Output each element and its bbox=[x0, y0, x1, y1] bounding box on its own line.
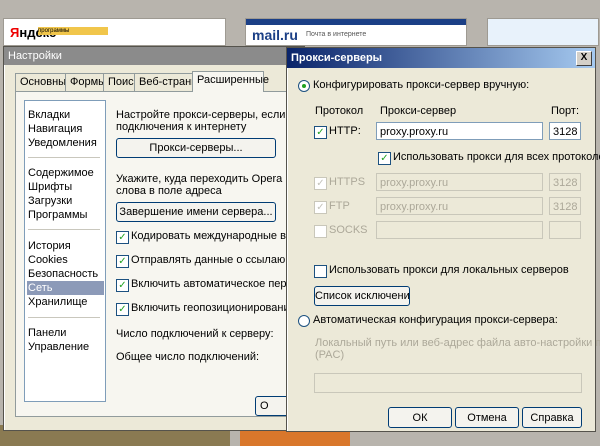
tab-advanced[interactable]: Расширенные bbox=[192, 71, 269, 92]
socks-label: SOCKS bbox=[329, 224, 368, 236]
socks-server-input[interactable] bbox=[376, 221, 543, 239]
sidebar-item-storage[interactable]: Хранилище bbox=[27, 295, 104, 309]
tab-webpages[interactable]: Веб-страницы bbox=[134, 73, 212, 91]
advanced-sidebar[interactable]: Вкладки Навигация Уведомления Содержимое… bbox=[24, 100, 106, 402]
sidebar-item-cookies[interactable]: Cookies bbox=[27, 253, 104, 267]
manual-config-radio[interactable] bbox=[298, 80, 310, 92]
sidebar-separator bbox=[28, 157, 100, 158]
speed-dial-mail[interactable]: mail.ru Почта в интернете bbox=[245, 18, 467, 46]
sidebar-item-fonts[interactable]: Шрифты bbox=[27, 180, 104, 194]
sidebar-item-downloads[interactable]: Загрузки bbox=[27, 194, 104, 208]
sidebar-item-notifications[interactable]: Уведомления bbox=[27, 136, 104, 150]
speed-dial-third[interactable] bbox=[487, 18, 599, 46]
sidebar-item-tabs[interactable]: Вкладки bbox=[27, 108, 104, 122]
sidebar-item-network[interactable]: Сеть bbox=[27, 281, 104, 295]
encode-intl-addresses-checkbox[interactable]: ✓ bbox=[116, 231, 129, 244]
proxy-servers-button[interactable]: Прокси-серверы... bbox=[116, 138, 276, 158]
http-checkbox[interactable]: ✓ bbox=[314, 126, 327, 139]
pac-url-input[interactable] bbox=[314, 373, 582, 393]
connections-per-server-label: Число подключений к серверу: bbox=[116, 328, 274, 340]
sidebar-item-history[interactable]: История bbox=[27, 239, 104, 253]
local-servers-checkbox[interactable] bbox=[314, 265, 327, 278]
https-label: HTTPS bbox=[329, 176, 366, 188]
mail-logo: mail.ru bbox=[252, 27, 298, 43]
ftp-label: FTP bbox=[329, 200, 350, 212]
autocomplete-description-2: слова в поле адреса bbox=[116, 185, 222, 197]
manual-config-label: Конфигурировать прокси-сервер вручную: bbox=[313, 79, 530, 91]
http-label: HTTP: bbox=[329, 125, 361, 137]
socks-port-input[interactable] bbox=[549, 221, 581, 239]
use-for-all-checkbox[interactable]: ✓ bbox=[378, 152, 391, 165]
pac-description-2: (PAC) bbox=[315, 349, 345, 361]
close-icon[interactable]: X bbox=[576, 51, 592, 66]
sidebar-item-security[interactable]: Безопасность bbox=[27, 267, 104, 281]
column-proxy-server: Прокси-сервер bbox=[380, 105, 457, 117]
https-server-input[interactable]: proxy.proxy.ru bbox=[376, 173, 543, 191]
local-servers-label: Использовать прокси для локальных сервер… bbox=[329, 264, 569, 276]
https-port-input[interactable]: 3128 bbox=[549, 173, 581, 191]
speed-dial-yandex[interactable]: Яндекс программы bbox=[3, 18, 226, 46]
column-protocol: Протокол bbox=[315, 105, 364, 117]
ftp-port-input[interactable]: 3128 bbox=[549, 197, 581, 215]
http-server-input[interactable]: proxy.proxy.ru bbox=[376, 122, 543, 140]
total-connections-label: Общее число подключений: bbox=[116, 351, 260, 363]
sidebar-item-programs[interactable]: Программы bbox=[27, 208, 104, 222]
yandex-strip: программы bbox=[38, 27, 108, 35]
auto-config-label: Автоматическая конфигурация прокси-серве… bbox=[313, 314, 558, 326]
ftp-checkbox[interactable]: ✓ bbox=[314, 201, 327, 214]
http-port-input[interactable]: 3128 bbox=[549, 122, 581, 140]
proxy-title: Прокси-серверы bbox=[287, 48, 595, 68]
sidebar-item-toolbars[interactable]: Панели bbox=[27, 326, 104, 340]
sidebar-item-navigation[interactable]: Навигация bbox=[27, 122, 104, 136]
column-port: Порт: bbox=[551, 105, 579, 117]
proxy-description-2: подключения к интернету bbox=[116, 121, 247, 133]
geolocation-checkbox[interactable]: ✓ bbox=[116, 303, 129, 316]
sidebar-separator bbox=[28, 317, 100, 318]
sidebar-item-management[interactable]: Управление bbox=[27, 340, 104, 354]
socks-checkbox[interactable] bbox=[314, 225, 327, 238]
pac-description: Локальный путь или веб-адрес файла авто-… bbox=[315, 337, 600, 349]
mail-bar bbox=[246, 19, 466, 25]
ok-button[interactable]: ОК bbox=[388, 407, 452, 428]
geolocation-label: Включить геопозиционирование bbox=[131, 302, 296, 314]
cancel-button[interactable]: Отмена bbox=[455, 407, 519, 428]
sidebar-item-content[interactable]: Содержимое bbox=[27, 166, 104, 180]
mail-text: Почта в интернете bbox=[306, 31, 367, 38]
auto-redirect-checkbox[interactable]: ✓ bbox=[116, 279, 129, 292]
exceptions-list-button[interactable]: Список исключений bbox=[314, 286, 410, 306]
settings-title: Настройки bbox=[4, 47, 304, 65]
ftp-server-input[interactable]: proxy.proxy.ru bbox=[376, 197, 543, 215]
send-referrer-checkbox[interactable]: ✓ bbox=[116, 255, 129, 268]
help-button[interactable]: Справка bbox=[522, 407, 582, 428]
use-for-all-label: Использовать прокси для всех протоколов bbox=[393, 151, 600, 163]
auto-config-radio[interactable] bbox=[298, 315, 310, 327]
server-name-completion-button[interactable]: Завершение имени сервера... bbox=[116, 202, 276, 222]
https-checkbox[interactable]: ✓ bbox=[314, 177, 327, 190]
sidebar-separator bbox=[28, 229, 100, 230]
